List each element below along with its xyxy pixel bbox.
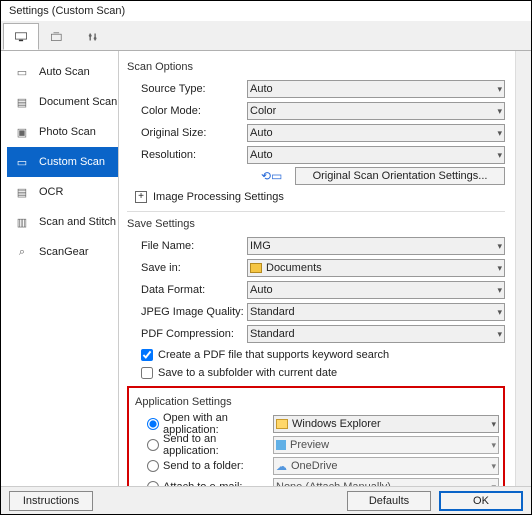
jpeg-quality-select[interactable]: Standard▾ bbox=[247, 303, 505, 321]
sidebar-item-custom-scan[interactable]: ▭ Custom Scan bbox=[7, 147, 118, 177]
orientation-settings-button[interactable]: Original Scan Orientation Settings... bbox=[295, 167, 505, 185]
sidebar-item-scan-and-stitch[interactable]: ▥ Scan and Stitch bbox=[7, 207, 118, 237]
resolution-select[interactable]: Auto▾ bbox=[247, 146, 505, 164]
sidebar-item-label: Document Scan bbox=[39, 96, 117, 108]
radio-send-app[interactable] bbox=[147, 439, 159, 451]
original-size-select[interactable]: Auto▾ bbox=[247, 124, 505, 142]
ocr-icon: ▤ bbox=[13, 185, 31, 199]
sidebar-item-label: Scan and Stitch bbox=[39, 216, 116, 228]
section-save-settings: Save Settings bbox=[127, 218, 505, 230]
expand-image-processing[interactable]: + Image Processing Settings bbox=[127, 191, 505, 203]
sidebar-item-scangear[interactable]: ⌕ ScanGear bbox=[7, 237, 118, 267]
source-type-select[interactable]: Auto▾ bbox=[247, 80, 505, 98]
auto-scan-icon: ▭ bbox=[13, 65, 31, 79]
pdf-compression-label: PDF Compression: bbox=[127, 328, 247, 340]
sidebar-item-auto-scan[interactable]: ▭ Auto Scan bbox=[7, 57, 118, 87]
save-in-label: Save in: bbox=[127, 262, 247, 274]
data-format-select[interactable]: Auto▾ bbox=[247, 281, 505, 299]
chevron-down-icon: ▾ bbox=[497, 241, 502, 252]
expand-label: Image Processing Settings bbox=[153, 191, 284, 203]
mode-toolbar bbox=[1, 21, 531, 51]
sidebar-item-label: Custom Scan bbox=[39, 156, 105, 168]
sidebar-item-label: Auto Scan bbox=[39, 66, 90, 78]
radio-attach-email[interactable] bbox=[147, 481, 159, 486]
vertical-scrollbar[interactable] bbox=[515, 51, 531, 486]
radio-send-folder[interactable] bbox=[147, 460, 159, 472]
tab-scan-from-computer[interactable] bbox=[3, 23, 39, 50]
rotate-icon: ⟲▭ bbox=[261, 169, 282, 183]
custom-scan-icon: ▭ bbox=[13, 155, 31, 169]
chk-subfolder-label: Save to a subfolder with current date bbox=[158, 367, 337, 379]
instructions-button[interactable]: Instructions bbox=[9, 491, 93, 511]
chevron-down-icon: ▾ bbox=[491, 419, 496, 430]
footer: Instructions Defaults OK bbox=[1, 486, 531, 514]
chevron-down-icon: ▾ bbox=[497, 307, 502, 318]
chevron-down-icon: ▾ bbox=[497, 128, 502, 139]
source-type-label: Source Type: bbox=[127, 83, 247, 95]
chk-subfolder-date[interactable] bbox=[141, 367, 153, 379]
send-app-label: Send to an application: bbox=[163, 433, 273, 457]
attach-email-label: Attach to e-mail: bbox=[163, 481, 242, 486]
color-mode-label: Color Mode: bbox=[127, 105, 247, 117]
stitch-icon: ▥ bbox=[13, 215, 31, 229]
chevron-down-icon: ▾ bbox=[497, 150, 502, 161]
onedrive-icon: ☁ bbox=[276, 460, 287, 473]
sidebar-item-label: ScanGear bbox=[39, 246, 89, 258]
photo-scan-icon: ▣ bbox=[13, 125, 31, 139]
chk-keyword-pdf[interactable] bbox=[141, 349, 153, 361]
open-app-select[interactable]: Windows Explorer▾ bbox=[273, 415, 499, 433]
window-title: Settings (Custom Scan) bbox=[1, 1, 531, 21]
resolution-label: Resolution: bbox=[127, 149, 247, 161]
chevron-down-icon: ▾ bbox=[497, 106, 502, 117]
chevron-down-icon: ▾ bbox=[497, 263, 502, 274]
sidebar-item-label: OCR bbox=[39, 186, 63, 198]
attach-email-select[interactable]: None (Attach Manually)▾ bbox=[273, 478, 499, 486]
save-in-select[interactable]: Documents▾ bbox=[247, 259, 505, 277]
sidebar-item-photo-scan[interactable]: ▣ Photo Scan bbox=[7, 117, 118, 147]
ok-button[interactable]: OK bbox=[439, 491, 523, 511]
send-folder-select[interactable]: ☁OneDrive▾ bbox=[273, 457, 499, 475]
pdf-compression-select[interactable]: Standard▾ bbox=[247, 325, 505, 343]
sidebar-item-ocr[interactable]: ▤ OCR bbox=[7, 177, 118, 207]
chevron-down-icon: ▾ bbox=[497, 329, 502, 340]
send-folder-label: Send to a folder: bbox=[163, 460, 244, 472]
radio-open-app[interactable] bbox=[147, 418, 159, 430]
tab-scan-from-panel[interactable] bbox=[39, 23, 75, 50]
chevron-down-icon: ▾ bbox=[491, 461, 496, 472]
section-application-settings: Application Settings bbox=[133, 396, 499, 408]
chevron-down-icon: ▾ bbox=[491, 440, 496, 451]
document-scan-icon: ▤ bbox=[13, 95, 31, 109]
color-mode-select[interactable]: Color▾ bbox=[247, 102, 505, 120]
scangear-icon: ⌕ bbox=[13, 245, 31, 259]
section-scan-options: Scan Options bbox=[127, 61, 505, 73]
chevron-down-icon: ▾ bbox=[497, 84, 502, 95]
tab-general-settings[interactable] bbox=[75, 23, 111, 50]
sidebar: ▭ Auto Scan ▤ Document Scan ▣ Photo Scan ▭ C… bbox=[1, 51, 119, 486]
chevron-down-icon: ▾ bbox=[491, 482, 496, 487]
application-settings-box: Application Settings Open with an applic… bbox=[127, 386, 505, 486]
data-format-label: Data Format: bbox=[127, 284, 247, 296]
send-app-select[interactable]: Preview▾ bbox=[273, 436, 499, 454]
sidebar-item-document-scan[interactable]: ▤ Document Scan bbox=[7, 87, 118, 117]
explorer-icon bbox=[276, 419, 288, 429]
chevron-down-icon: ▾ bbox=[497, 285, 502, 296]
sidebar-item-label: Photo Scan bbox=[39, 126, 96, 138]
content-pane[interactable]: Scan Options Source Type:Auto▾ Color Mod… bbox=[119, 51, 515, 486]
preview-icon bbox=[276, 440, 286, 450]
original-size-label: Original Size: bbox=[127, 127, 247, 139]
file-name-select[interactable]: IMG▾ bbox=[247, 237, 505, 255]
documents-folder-icon bbox=[250, 263, 262, 273]
separator bbox=[127, 211, 505, 212]
plus-icon: + bbox=[135, 191, 147, 203]
defaults-button[interactable]: Defaults bbox=[347, 491, 431, 511]
jpeg-quality-label: JPEG Image Quality: bbox=[127, 306, 247, 318]
file-name-label: File Name: bbox=[127, 240, 247, 252]
chk-keyword-label: Create a PDF file that supports keyword … bbox=[158, 349, 389, 361]
